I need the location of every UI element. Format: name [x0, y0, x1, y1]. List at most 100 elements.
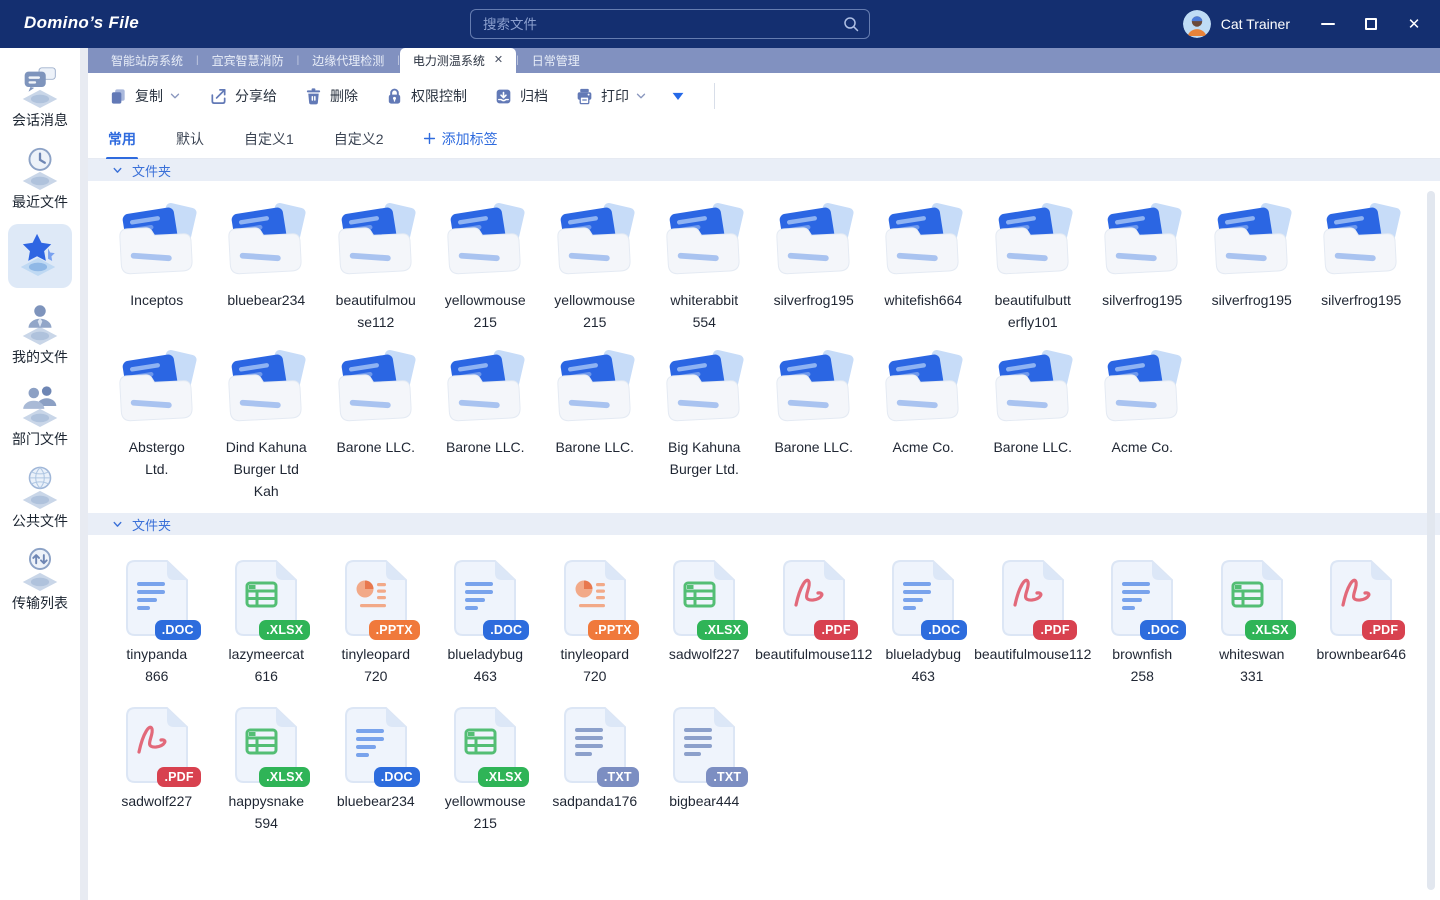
file-type-badge: .DOC — [374, 767, 420, 787]
folder-icon — [548, 200, 642, 286]
folder-item[interactable]: Barone LLC. — [431, 347, 541, 502]
folder-item[interactable]: Inceptos — [102, 200, 212, 333]
chevron-down-icon[interactable] — [168, 89, 182, 103]
section-title: 文件夹 — [132, 515, 171, 534]
folder-item[interactable]: Barone LLC. — [978, 347, 1088, 502]
print-button[interactable]: 打印 — [575, 86, 648, 106]
sidebar-item-chat[interactable]: 会话消息 — [3, 60, 77, 133]
file-item[interactable]: .DOCblueladybug 463 — [869, 554, 979, 687]
chevron-down-icon[interactable] — [111, 518, 124, 531]
search-icon[interactable] — [843, 16, 859, 32]
file-icon: .XLSX — [667, 556, 741, 640]
file-item[interactable]: .TXTbigbear444 — [650, 701, 760, 834]
chevron-down-icon[interactable] — [111, 164, 124, 177]
folder-item[interactable]: silverfrog195 — [1088, 200, 1198, 333]
star-icon — [15, 231, 65, 281]
sidebar-item-user[interactable]: 我的文件 — [3, 297, 77, 370]
file-item[interactable]: .XLSXhappysnake 594 — [212, 701, 322, 834]
tab-close-icon[interactable]: ✕ — [494, 55, 503, 66]
archive-button[interactable]: 归档 — [494, 86, 548, 106]
filter-tab-4[interactable]: 自定义2 — [332, 118, 386, 160]
file-item[interactable]: .TXTsadpanda176 — [540, 701, 650, 834]
document-tab[interactable]: 日常管理 — [519, 48, 593, 73]
file-item[interactable]: .DOCblueladybug 463 — [431, 554, 541, 687]
toolbar: 复制 分享给 删除 权限控制 归档 打印 — [88, 73, 1440, 119]
folder-item[interactable]: Dind Kahuna Burger Ltd Kah — [212, 347, 322, 502]
chevron-down-icon[interactable] — [634, 89, 648, 103]
folder-item[interactable]: Barone LLC. — [321, 347, 431, 502]
file-item[interactable]: .PDFbeautifulmouse112 — [759, 554, 869, 687]
file-item[interactable]: .PDFbrownbear646 — [1307, 554, 1417, 687]
minimize-button[interactable] — [1320, 16, 1336, 32]
file-item[interactable]: .DOCtinypanda 866 — [102, 554, 212, 687]
folder-name: Barone LLC. — [993, 436, 1072, 458]
folder-item[interactable]: whiterabbit 554 — [650, 200, 760, 333]
add-tag-button[interactable]: 添加标签 — [422, 129, 498, 149]
file-type-badge: .PDF — [157, 767, 200, 787]
file-name: brownfish 258 — [1112, 643, 1172, 687]
folder-name: silverfrog195 — [1212, 289, 1292, 311]
avatar[interactable] — [1183, 10, 1211, 38]
file-item[interactable]: .XLSXwhiteswan 331 — [1197, 554, 1307, 687]
folder-item[interactable]: silverfrog195 — [1197, 200, 1307, 333]
file-item[interactable]: .XLSXsadwolf227 — [650, 554, 760, 687]
folder-item[interactable]: beautifulbutt erfly101 — [978, 200, 1088, 333]
folder-item[interactable]: yellowmouse 215 — [431, 200, 541, 333]
sidebar-item-label: 公共文件 — [12, 511, 68, 531]
sidebar-item-globe[interactable]: 公共文件 — [3, 461, 77, 534]
search-box[interactable] — [470, 9, 870, 39]
folder-item[interactable]: silverfrog195 — [1307, 200, 1417, 333]
toolbar-item-label: 打印 — [601, 86, 629, 106]
folder-item[interactable]: Acme Co. — [1088, 347, 1198, 502]
sidebar-item-team[interactable]: 部门文件 — [3, 379, 77, 452]
file-item[interactable]: .PPTXtinyleopard 720 — [321, 554, 431, 687]
folder-item[interactable]: whitefish664 — [869, 200, 979, 333]
more-actions-caret[interactable] — [669, 87, 687, 105]
folder-item[interactable]: Barone LLC. — [540, 347, 650, 502]
document-tab[interactable]: 宜宾智慧消防 — [199, 48, 297, 73]
folder-item[interactable]: beautifulmou se112 — [321, 200, 431, 333]
file-item[interactable]: .DOCbluebear234 — [321, 701, 431, 834]
file-item[interactable]: .PPTXtinyleopard 720 — [540, 554, 650, 687]
share-button[interactable]: 分享给 — [209, 86, 277, 106]
file-type-badge: .DOC — [155, 620, 201, 640]
folder-item[interactable]: bluebear234 — [212, 200, 322, 333]
copy-icon — [109, 87, 128, 106]
delete-button[interactable]: 删除 — [304, 86, 358, 106]
scrollbar[interactable] — [1427, 191, 1435, 890]
folder-name: silverfrog195 — [1102, 289, 1182, 311]
user-name[interactable]: Cat Trainer — [1221, 16, 1290, 32]
file-item[interactable]: .DOCbrownfish 258 — [1088, 554, 1198, 687]
sidebar-item-clock[interactable]: 最近文件 — [3, 142, 77, 215]
file-icon: .PPTX — [558, 556, 632, 640]
filter-tab-3[interactable]: 自定义1 — [242, 118, 296, 160]
folder-item[interactable]: yellowmouse 215 — [540, 200, 650, 333]
sidebar-item-star[interactable] — [8, 224, 72, 288]
permission-button[interactable]: 权限控制 — [385, 86, 467, 106]
folder-item[interactable]: Barone LLC. — [759, 347, 869, 502]
folder-item[interactable]: Big Kahuna Burger Ltd. — [650, 347, 760, 502]
file-item[interactable]: .XLSXyellowmouse 215 — [431, 701, 541, 834]
folder-item[interactable]: Acme Co. — [869, 347, 979, 502]
folder-icon — [767, 347, 861, 433]
copy-button[interactable]: 复制 — [109, 86, 182, 106]
document-tab[interactable]: 边缘代理检测 — [299, 48, 397, 73]
file-item[interactable]: .PDFbeautifulmouse112 — [978, 554, 1088, 687]
sidebar-item-transfer[interactable]: 传输列表 — [3, 543, 77, 616]
file-item[interactable]: .PDF sadwolf227 — [102, 701, 212, 834]
document-tab[interactable]: 智能站房系统 — [98, 48, 196, 73]
filter-tab-bar: 常用默认自定义1 自定义2 添加标签 — [88, 119, 1440, 159]
search-input[interactable] — [481, 16, 843, 33]
filter-tab-1[interactable]: 常用 — [106, 118, 138, 160]
transfer-icon — [17, 546, 63, 592]
document-tab[interactable]: 电力测温系统✕ — [400, 48, 516, 73]
folder-item[interactable]: silverfrog195 — [759, 200, 869, 333]
file-item[interactable]: .XLSXlazymeercat 616 — [212, 554, 322, 687]
document-tab-label: 日常管理 — [532, 52, 580, 69]
close-button[interactable]: ✕ — [1406, 16, 1422, 32]
maximize-button[interactable] — [1363, 16, 1379, 32]
folder-item[interactable]: Abstergo Ltd. — [102, 347, 212, 502]
file-icon: .TXT — [667, 703, 741, 787]
filter-tab-2[interactable]: 默认 — [174, 118, 206, 160]
file-name: sadwolf227 — [121, 790, 192, 812]
